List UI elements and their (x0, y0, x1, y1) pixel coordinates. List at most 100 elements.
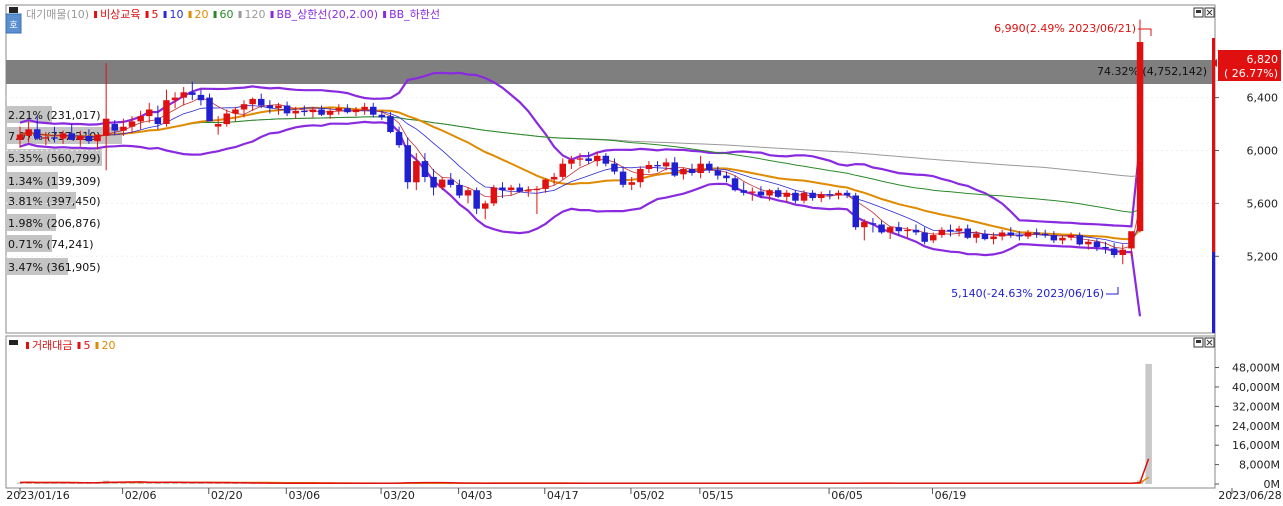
candle-body (120, 126, 127, 131)
date-tick-label: 2023/01/16 (6, 489, 69, 502)
volume-legend-label: 20 (101, 339, 115, 352)
candle-body (163, 100, 170, 124)
candle-body (404, 145, 411, 183)
candle-body (68, 133, 75, 140)
candle-body (1128, 231, 1135, 249)
volume-legend-label: 거래대금 (32, 339, 72, 352)
date-tick-label: 02/20 (211, 489, 243, 502)
date-tick-label: 03/20 (383, 489, 415, 502)
candle-body (921, 232, 928, 242)
legend-swatch (383, 11, 387, 18)
candle-body (697, 163, 704, 173)
candle-body (421, 161, 429, 177)
candle-body (490, 187, 498, 204)
candle-body (146, 109, 153, 117)
profile-label: 2.21% (231,017) (8, 109, 101, 122)
legend-swatch (163, 11, 167, 18)
candle-body (378, 114, 386, 118)
current-price: 6,820 (1247, 53, 1279, 66)
date-tick-label: 05/15 (702, 489, 734, 502)
price-axis: 6,400 6,000 5,600 5,200 (1215, 92, 1279, 263)
legend-label: 비상교육 (100, 8, 140, 21)
candle-body (835, 192, 842, 196)
candle-body (886, 227, 894, 233)
candle-body (1067, 235, 1075, 238)
legend-swatch (213, 11, 217, 18)
price-tick-label: 6,400 (1247, 92, 1279, 105)
main-restore-icon[interactable] (1193, 7, 1204, 18)
date-axis: 2023/01/16 02/06 02/20 03/06 03/20 04/03 04/17… (6, 488, 1282, 502)
candle-body (482, 203, 489, 209)
candle-body (395, 132, 403, 146)
candle-body (542, 179, 549, 189)
volume-restore-icon[interactable] (1193, 337, 1204, 348)
current-change: ( 26.77%) (1224, 67, 1278, 80)
candle-body (59, 133, 67, 139)
volume-close-icon[interactable] (1204, 337, 1215, 348)
high-annotation: 6,990(2.49% 2023/06/21) (994, 22, 1136, 35)
volume-legend-swatch (77, 342, 81, 349)
candle-body (447, 179, 454, 185)
candle-body (51, 137, 58, 139)
candle-body (990, 236, 997, 240)
candle-body (783, 192, 790, 197)
candle-body (706, 163, 713, 171)
candle-body (1102, 247, 1109, 249)
candle-body (628, 182, 635, 185)
candle-body (766, 190, 773, 196)
candle-body (94, 134, 101, 142)
candle-body (645, 165, 653, 169)
candle-body (930, 235, 937, 241)
candle-body (654, 165, 661, 167)
candle-body (585, 158, 592, 161)
candle-body (774, 190, 782, 197)
date-tick-label: 06/19 (935, 489, 967, 502)
candle-body (464, 190, 472, 196)
candle-body (1076, 235, 1083, 245)
candle-body (1093, 241, 1101, 247)
legend-swatch (238, 11, 242, 18)
candle-body (283, 105, 291, 114)
candle-body (869, 223, 877, 225)
candle-body (998, 232, 1006, 237)
volume-tick-label: 8,000M (1239, 459, 1280, 472)
candle-body (292, 110, 299, 114)
candle-body (533, 188, 541, 191)
candle-body (370, 106, 377, 115)
candle-body (249, 98, 256, 105)
candle-body (240, 104, 248, 110)
candle-body (223, 113, 230, 125)
vol-panel-menu-icon[interactable] (9, 340, 18, 345)
main-close-icon[interactable] (1204, 7, 1215, 18)
date-tick-label: 2023/06/28 (1218, 489, 1281, 502)
legend-label: BB_상한선(20,2.00) (277, 8, 379, 21)
candle-body (559, 163, 566, 177)
candle-body (1085, 241, 1092, 245)
candle-body (714, 170, 722, 176)
candle-body (206, 97, 213, 122)
profile-label: 5.35% (560,799) (8, 152, 101, 165)
candle-body (619, 171, 627, 185)
candle-body (507, 187, 515, 191)
candle-body (42, 137, 50, 139)
candle-body (1110, 248, 1118, 255)
chart-svg: 2.21% (231,017)7.07% (737,210)5.35% (560… (5, 4, 1282, 502)
candle-body (757, 191, 765, 196)
legend-swatch (188, 11, 192, 18)
volume-legend-swatch (26, 342, 29, 349)
candle-body (430, 176, 437, 188)
legend-label: 20 (195, 8, 209, 21)
candle-body (318, 109, 325, 115)
candle-body (955, 228, 963, 232)
candle-body (662, 162, 670, 167)
legend-label: 120 (245, 8, 266, 21)
candle-body (938, 229, 946, 236)
candle-body (568, 159, 575, 164)
candle-body (852, 195, 859, 228)
legend-label: 대기매물(10) (26, 8, 89, 21)
profile-label: 3.81% (397,450) (8, 195, 101, 208)
volume-legend-label: 5 (83, 339, 90, 352)
candle-body (456, 184, 463, 196)
volume-tick-label: 48,000M (1232, 362, 1280, 375)
candle-body (352, 109, 360, 113)
